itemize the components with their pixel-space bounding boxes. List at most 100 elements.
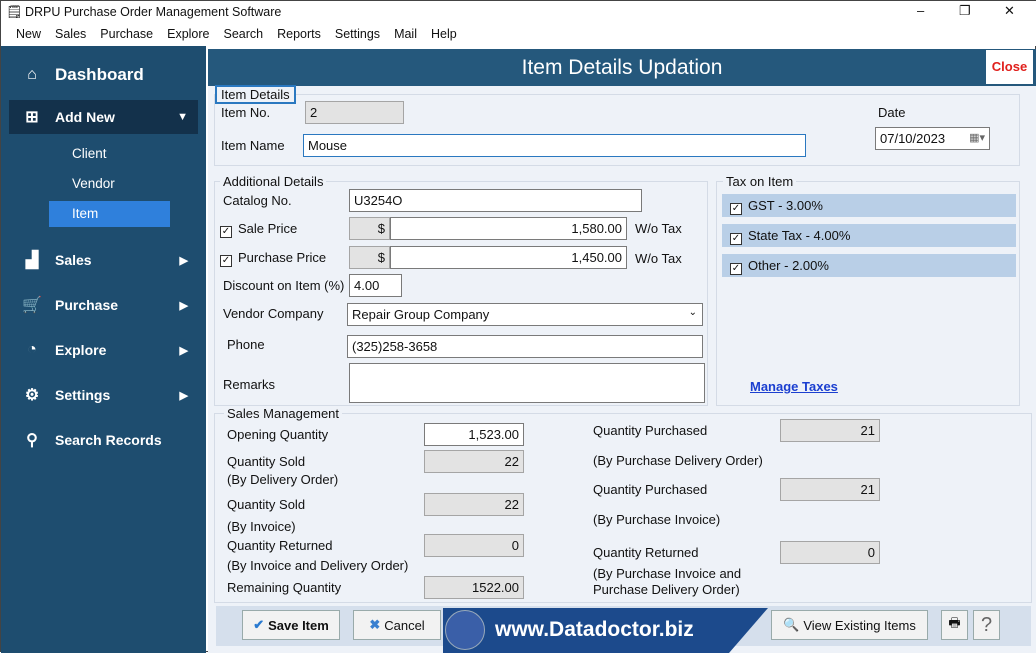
sales-management-legend: Sales Management	[224, 406, 343, 421]
vendor-company-select[interactable]: Repair Group Company ⌄	[347, 303, 703, 326]
help-button[interactable]: ?	[973, 610, 1000, 640]
quantity-returned-sublabel: (By Invoice and Delivery Order)	[227, 558, 409, 573]
sidebar-search-records[interactable]: ⚲ Search Records	[9, 423, 198, 457]
purchase-returned-sublabel: (By Purchase Invoice and	[593, 566, 742, 581]
item-name-field[interactable]: Mouse	[303, 134, 806, 157]
remarks-label: Remarks	[223, 377, 276, 392]
window-close-button[interactable]: ✕	[1004, 3, 1015, 19]
label: Search Records	[55, 432, 162, 448]
currency-symbol: $	[349, 246, 390, 269]
quantity-sold-do-field: 22	[424, 450, 524, 473]
sidebar: ⌂ Dashboard ⊞ Add New ▼ Client Vendor Item …	[1, 46, 206, 653]
menu-settings[interactable]: Settings	[328, 23, 387, 46]
sidebar-add-new[interactable]: ⊞ Add New ▼	[9, 100, 198, 134]
banner-text: www.Datadoctor.biz	[495, 618, 694, 641]
add-page-icon: ⊞	[25, 109, 39, 126]
sale-price-checkbox[interactable]: ✓ Sale Price	[220, 221, 297, 238]
label: View Existing Items	[803, 617, 916, 633]
label: Dashboard	[55, 65, 144, 84]
purchase-price-checkbox[interactable]: ✓ Purchase Price	[220, 250, 326, 267]
opening-quantity-field[interactable]: 1,523.00	[424, 423, 524, 446]
phone-label: Phone	[227, 337, 265, 352]
print-button[interactable]: 🖶	[941, 610, 968, 640]
item-no-field[interactable]: 2	[305, 101, 404, 124]
vendor-company-label: Vendor Company	[223, 306, 324, 321]
label: State Tax - 4.00%	[748, 228, 851, 243]
caret-down-icon: ▼	[177, 111, 188, 123]
quantity-purchased-do-sublabel: (By Purchase Delivery Order)	[593, 453, 763, 468]
menu-help[interactable]: Help	[424, 23, 464, 46]
wo-tax-label: W/o Tax	[635, 251, 682, 266]
additional-details-legend: Additional Details	[220, 174, 327, 189]
menu-search[interactable]: Search	[217, 23, 271, 46]
caret-right-icon: ▶	[179, 254, 188, 267]
checkbox-icon: ✓	[220, 226, 232, 238]
chart-icon: ▟	[25, 252, 39, 269]
cancel-button[interactable]: ✖ Cancel	[353, 610, 441, 640]
sidebar-sub-vendor[interactable]: Vendor	[49, 171, 170, 197]
menu-bar: New Sales Purchase Explore Search Report…	[1, 23, 1036, 46]
sidebar-sales[interactable]: ▟ Sales ▶	[9, 243, 198, 277]
menu-reports[interactable]: Reports	[270, 23, 328, 46]
save-item-button[interactable]: ✔ Save Item	[242, 610, 340, 640]
datadoctor-banner[interactable]: www.Datadoctor.biz	[443, 608, 768, 653]
label: Explore	[55, 342, 107, 358]
caret-right-icon: ▶	[179, 389, 188, 402]
calendar-icon[interactable]: ▦▾	[969, 131, 985, 144]
quantity-sold-inv-field: 22	[424, 493, 524, 516]
catalog-label: Catalog No.	[223, 193, 292, 208]
date-picker[interactable]: 07/10/2023 ▦▾	[875, 127, 990, 150]
quantity-purchased-do-field: 21	[780, 419, 880, 442]
date-label: Date	[878, 105, 906, 120]
quantity-sold-inv-label: Quantity Sold	[227, 497, 306, 512]
minimize-button[interactable]: –	[917, 3, 924, 18]
vendor-value: Repair Group Company	[352, 307, 490, 322]
view-existing-items-button[interactable]: 🔍 View Existing Items	[771, 610, 928, 640]
gear-icon: ⚙	[24, 387, 40, 404]
wo-tax-label: W/o Tax	[635, 221, 682, 236]
sidebar-sub-item[interactable]: Item	[49, 201, 170, 227]
discount-field[interactable]: 4.00	[349, 274, 402, 297]
menu-new[interactable]: New	[9, 23, 48, 46]
item-details-legend: Item Details	[215, 85, 296, 104]
search-icon: ⚲	[26, 432, 38, 449]
help-icon: ?	[980, 613, 993, 636]
window-title: DRPU Purchase Order Management Software	[25, 5, 282, 19]
item-no-label: Item No.	[221, 105, 271, 120]
menu-sales[interactable]: Sales	[48, 23, 93, 46]
label: Sales	[55, 252, 92, 268]
catalog-field[interactable]: U3254O	[349, 189, 642, 212]
purchase-price-field[interactable]: 1,450.00	[390, 246, 627, 269]
sidebar-explore[interactable]: ◔ Explore ▶	[9, 333, 198, 367]
phone-field[interactable]: (325)258-3658	[347, 335, 703, 358]
menu-purchase[interactable]: Purchase	[93, 23, 160, 46]
label: Purchase Price	[238, 250, 327, 265]
sidebar-settings[interactable]: ⚙ Settings ▶	[9, 378, 198, 412]
sidebar-sub-client[interactable]: Client	[49, 141, 170, 167]
menu-explore[interactable]: Explore	[160, 23, 216, 46]
manage-taxes-link[interactable]: Manage Taxes	[750, 379, 838, 394]
close-button[interactable]: Close	[986, 50, 1033, 84]
sidebar-dashboard[interactable]: ⌂ Dashboard	[9, 58, 198, 92]
label: Other - 2.00%	[748, 258, 829, 273]
opening-quantity-label: Opening Quantity	[227, 427, 329, 442]
tax-item-gst[interactable]: ✓ GST - 3.00%	[722, 194, 1016, 217]
sidebar-purchase[interactable]: 🛒 Purchase ▶	[9, 288, 198, 322]
tax-item-state[interactable]: ✓ State Tax - 4.00%	[722, 224, 1016, 247]
caret-right-icon: ▶	[179, 344, 188, 357]
tax-item-other[interactable]: ✓ Other - 2.00%	[722, 254, 1016, 277]
caret-right-icon: ▶	[179, 299, 188, 312]
banner-circle	[445, 610, 485, 650]
quantity-purchased-inv-label: Quantity Purchased	[593, 482, 708, 497]
sale-price-field[interactable]: 1,580.00	[390, 217, 627, 240]
check-icon: ✔	[253, 617, 265, 632]
remarks-field[interactable]	[349, 363, 705, 403]
quantity-purchased-inv-field: 21	[780, 478, 880, 501]
app-icon: 🗒	[6, 4, 23, 19]
magnifier-icon: 🔍	[783, 617, 800, 632]
menu-mail[interactable]: Mail	[387, 23, 424, 46]
cart-icon: 🛒	[22, 297, 42, 314]
maximize-button[interactable]: ❐	[959, 3, 971, 19]
discount-label: Discount on Item (%)	[223, 278, 345, 293]
x-icon: ✖	[369, 617, 381, 632]
